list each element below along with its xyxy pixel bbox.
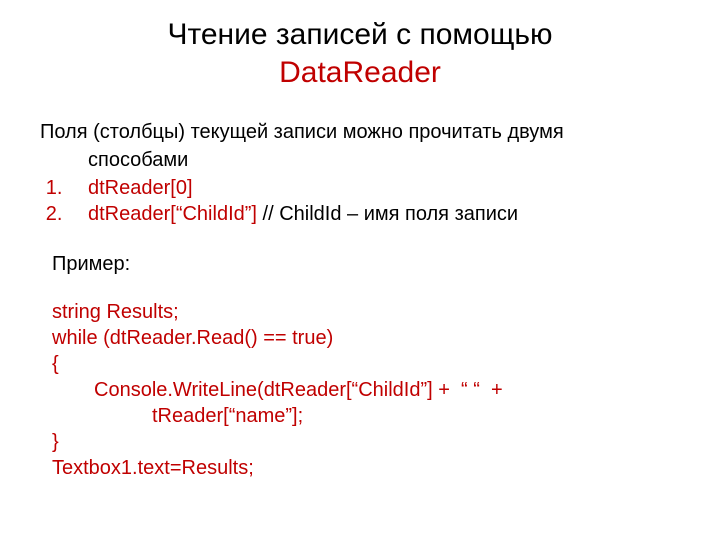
code-line-2: while (dtReader.Read() == true) bbox=[52, 325, 680, 351]
title-line1: Чтение записей с помощью bbox=[167, 18, 552, 51]
way-item-2: dtReader[“ChildId”] // ChildId – имя пол… bbox=[68, 201, 680, 227]
code-line-6: } bbox=[52, 429, 680, 455]
way-item-1-code: dtReader[0] bbox=[88, 177, 193, 199]
code-line-3: { bbox=[52, 351, 680, 377]
code-block: string Results; while (dtReader.Read() =… bbox=[40, 299, 680, 481]
code-line-1: string Results; bbox=[52, 299, 680, 325]
way-item-2-comment: // ChildId – имя поля записи bbox=[263, 203, 519, 225]
ways-list: dtReader[0] dtReader[“ChildId”] // Child… bbox=[40, 175, 680, 227]
title-line2: DataReader bbox=[279, 56, 441, 89]
intro-line2: способами bbox=[40, 147, 680, 173]
intro-line1: Поля (столбцы) текущей записи можно проч… bbox=[40, 119, 680, 145]
code-line-4: Console.WriteLine(dtReader[“ChildId”] + … bbox=[52, 377, 680, 403]
slide: Чтение записей с помощью DataReader Поля… bbox=[0, 0, 720, 501]
way-item-1: dtReader[0] bbox=[68, 175, 680, 201]
code-line-7: Textbox1.text=Results; bbox=[52, 455, 680, 481]
code-line-5: tReader[“name”]; bbox=[52, 403, 680, 429]
slide-body: Поля (столбцы) текущей записи можно проч… bbox=[40, 119, 680, 481]
example-label: Пример: bbox=[40, 251, 680, 277]
slide-title: Чтение записей с помощью DataReader bbox=[40, 16, 680, 91]
way-item-2-code: dtReader[“ChildId”] bbox=[88, 203, 263, 225]
